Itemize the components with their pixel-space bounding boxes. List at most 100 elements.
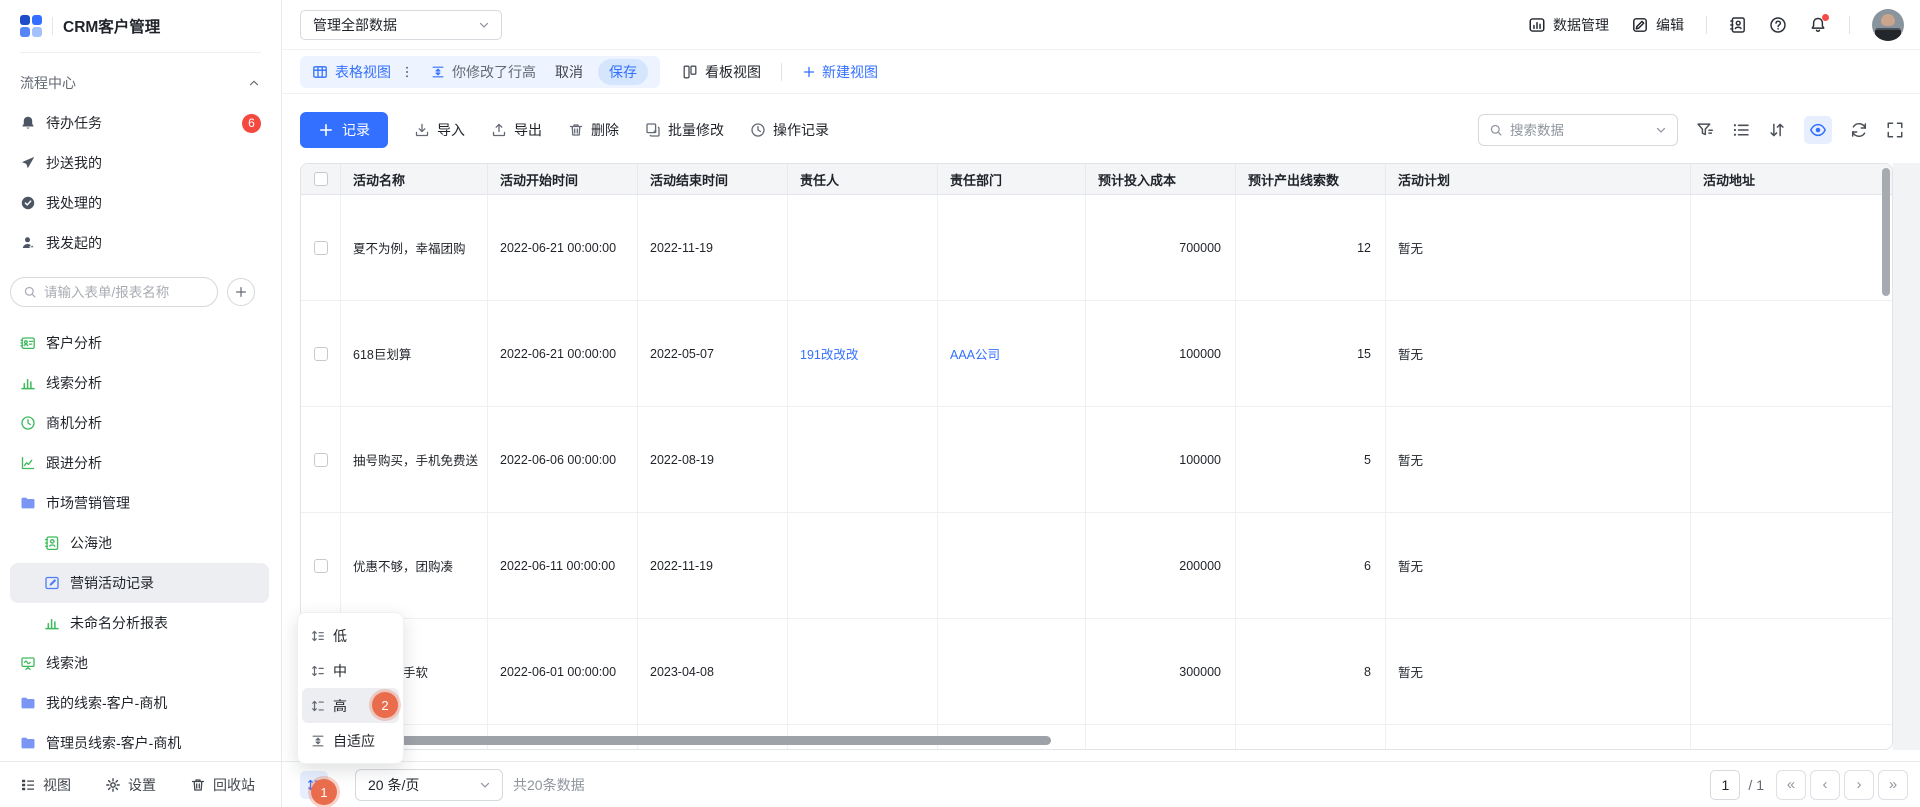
cell-name[interactable]: 618巨划算 xyxy=(341,301,488,407)
sidebar-item-followup-analysis[interactable]: 跟进分析 xyxy=(0,443,281,483)
cell-cost[interactable]: 200000 xyxy=(1086,513,1236,619)
cell-name[interactable]: 抽号购买，手机免费送 xyxy=(341,407,488,513)
sidebar-item-public-pool[interactable]: 公海池 xyxy=(0,523,281,563)
cell-end[interactable]: 2022-05-07 xyxy=(638,301,788,407)
cell-start[interactable]: 2022-06-21 00:00:00 xyxy=(488,301,638,407)
visibility-eye-icon[interactable] xyxy=(1804,116,1832,144)
delete-button[interactable]: 删除 xyxy=(568,120,619,140)
last-page-button[interactable]: » xyxy=(1878,770,1908,800)
row-checkbox[interactable] xyxy=(314,559,328,573)
chevron-up-icon[interactable] xyxy=(247,76,261,90)
list-settings-icon[interactable] xyxy=(1732,121,1750,139)
notifications-bell-icon[interactable] xyxy=(1809,16,1827,34)
cell-dept[interactable] xyxy=(938,195,1086,301)
horizontal-scrollbar[interactable] xyxy=(317,736,1051,745)
fullscreen-icon[interactable] xyxy=(1886,121,1904,139)
row-checkbox[interactable] xyxy=(314,241,328,255)
cell-address[interactable] xyxy=(1691,407,1892,513)
save-button[interactable]: 保存 xyxy=(598,59,648,85)
table-row[interactable]: 618巨划算 2022-06-21 00:00:00 2022-05-07 19… xyxy=(301,301,1892,407)
prev-page-button[interactable]: ‹ xyxy=(1810,770,1840,800)
row-checkbox[interactable] xyxy=(314,453,328,467)
cell-owner[interactable] xyxy=(788,195,938,301)
cell-address[interactable] xyxy=(1691,513,1892,619)
col-header[interactable]: 活动计划 xyxy=(1386,164,1691,195)
cell-cost[interactable]: 100000 xyxy=(1086,407,1236,513)
row-checkbox[interactable] xyxy=(314,347,328,361)
sidebar-search-input[interactable] xyxy=(10,277,218,307)
sidebar-section-process[interactable]: 流程中心 xyxy=(0,63,281,103)
vertical-scrollbar[interactable] xyxy=(1882,168,1890,296)
cell-name[interactable]: 夏不为例，幸福团购 xyxy=(341,195,488,301)
dept-link[interactable]: AAA公司 xyxy=(950,344,1000,363)
sidebar-item-initiated-by-me[interactable]: 我发起的 xyxy=(0,223,281,263)
sidebar-item-lead-analysis[interactable]: 线索分析 xyxy=(0,363,281,403)
tab-table-view[interactable]: 表格视图 xyxy=(312,62,391,82)
cell-plan[interactable]: 暂无 xyxy=(1386,513,1691,619)
cell-owner[interactable] xyxy=(788,407,938,513)
sidebar-item-my-leads[interactable]: 我的线索-客户-商机 xyxy=(0,683,281,723)
import-button[interactable]: 导入 xyxy=(414,120,465,140)
settings-button[interactable]: 设置 xyxy=(105,775,156,795)
next-page-button[interactable]: › xyxy=(1844,770,1874,800)
cell-owner[interactable] xyxy=(788,619,938,725)
table-search-box[interactable] xyxy=(1478,114,1678,146)
cell-end[interactable]: 2022-11-19 xyxy=(638,513,788,619)
col-header[interactable]: 活动结束时间 xyxy=(638,164,788,195)
table-row[interactable]: 优惠不够，团购凑 2022-06-11 00:00:00 2022-11-19 … xyxy=(301,513,1892,619)
menu-item-row-height-medium[interactable]: 中 xyxy=(302,653,399,688)
col-header[interactable]: 责任部门 xyxy=(938,164,1086,195)
sidebar-item-marketing-management[interactable]: 市场营销管理 xyxy=(0,483,281,523)
col-header[interactable]: 预计产出线索数 xyxy=(1236,164,1386,195)
sidebar-item-lead-pool[interactable]: 线索池 xyxy=(0,643,281,683)
sidebar-item-handled-by-me[interactable]: 我处理的 xyxy=(0,183,281,223)
refresh-icon[interactable] xyxy=(1850,121,1868,139)
cell-end[interactable]: 2023-04-08 xyxy=(638,619,788,725)
table-row[interactable]: 礼拿到你手软 2022-06-01 00:00:00 2023-04-08 30… xyxy=(301,619,1892,725)
cell-plan[interactable]: 暂无 xyxy=(1386,407,1691,513)
batch-edit-button[interactable]: 批量修改 xyxy=(645,120,724,140)
cell-start[interactable]: 2022-06-06 00:00:00 xyxy=(488,407,638,513)
cell-leads[interactable]: 15 xyxy=(1236,301,1386,407)
col-header[interactable]: 预计投入成本 xyxy=(1086,164,1236,195)
cell-dept[interactable] xyxy=(938,407,1086,513)
views-button[interactable]: 视图 xyxy=(20,775,71,795)
page-size-select[interactable]: 20 条/页 xyxy=(355,769,503,801)
menu-item-row-height-high[interactable]: 高 2 xyxy=(302,688,399,723)
cell-end[interactable]: 2022-08-19 xyxy=(638,407,788,513)
sidebar-item-marketing-activity-records[interactable]: 营销活动记录 xyxy=(10,563,269,603)
sidebar-item-cc-me[interactable]: 抄送我的 xyxy=(0,143,281,183)
tab-kanban-view[interactable]: 看板视图 xyxy=(682,62,761,82)
current-page-input[interactable]: 1 xyxy=(1710,770,1740,800)
help-icon[interactable] xyxy=(1769,16,1787,34)
select-all-checkbox[interactable] xyxy=(314,172,328,186)
add-record-button[interactable]: 记录 xyxy=(300,112,388,148)
owner-link[interactable]: 191改改改 xyxy=(800,344,858,363)
menu-item-row-height-low[interactable]: 低 xyxy=(302,618,399,653)
cell-leads[interactable]: 12 xyxy=(1236,195,1386,301)
export-button[interactable]: 导出 xyxy=(491,120,542,140)
cell-address[interactable] xyxy=(1691,195,1892,301)
data-scope-select[interactable]: 管理全部数据 xyxy=(300,10,502,40)
sidebar-item-unnamed-report[interactable]: 未命名分析报表 xyxy=(0,603,281,643)
cell-start[interactable]: 2022-06-01 00:00:00 xyxy=(488,619,638,725)
add-form-button[interactable] xyxy=(227,278,255,306)
sort-icon[interactable] xyxy=(1768,121,1786,139)
cell-dept[interactable] xyxy=(938,619,1086,725)
cell-end[interactable]: 2022-11-19 xyxy=(638,195,788,301)
cell-plan[interactable]: 暂无 xyxy=(1386,301,1691,407)
cancel-button[interactable]: 取消 xyxy=(555,62,583,82)
cell-start[interactable]: 2022-06-11 00:00:00 xyxy=(488,513,638,619)
table-search-input[interactable] xyxy=(1510,123,1647,138)
cell-cost[interactable]: 100000 xyxy=(1086,301,1236,407)
new-view-button[interactable]: 新建视图 xyxy=(802,62,878,82)
col-header[interactable]: 活动地址 xyxy=(1691,164,1892,195)
col-header[interactable]: 活动开始时间 xyxy=(488,164,638,195)
address-book-icon[interactable] xyxy=(1729,16,1747,34)
col-header[interactable]: 活动名称 xyxy=(341,164,488,195)
cell-address[interactable] xyxy=(1691,301,1892,407)
sidebar-item-admin-leads[interactable]: 管理员线索-客户-商机 xyxy=(0,723,281,763)
sidebar-item-todo-tasks[interactable]: 待办任务 6 xyxy=(0,103,281,143)
menu-item-row-height-auto[interactable]: 自适应 xyxy=(302,723,399,758)
first-page-button[interactable]: « xyxy=(1776,770,1806,800)
